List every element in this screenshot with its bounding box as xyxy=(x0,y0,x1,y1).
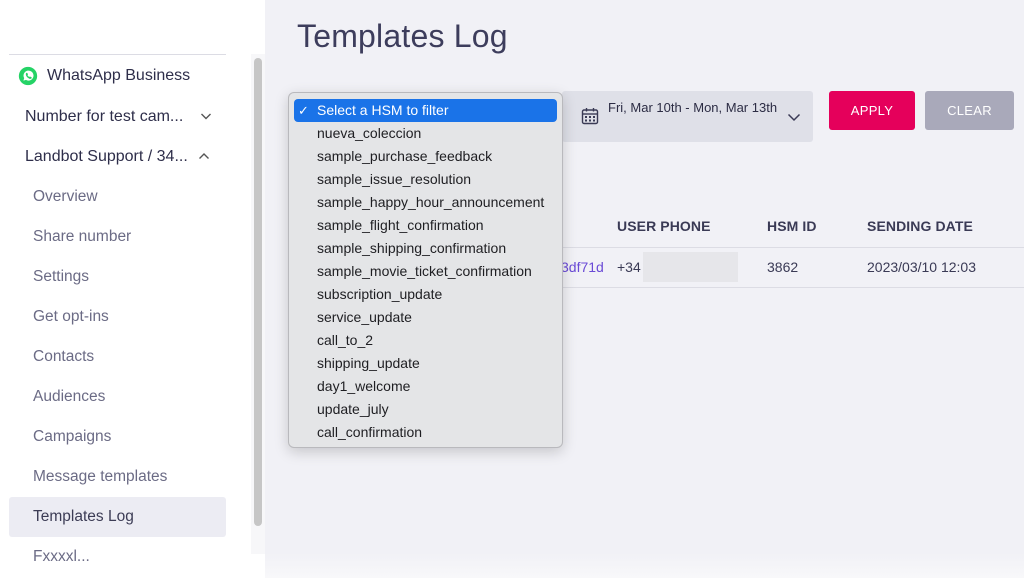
calendar-icon xyxy=(581,108,599,125)
dropdown-option[interactable]: sample_purchase_feedback xyxy=(294,145,557,168)
row-sending-date: 2023/03/10 12:03 xyxy=(867,259,976,275)
sidebar-item-label: Audiences xyxy=(33,388,106,405)
sidebar-item-label: Settings xyxy=(33,268,90,285)
sidebar-item-label: Contacts xyxy=(33,348,95,365)
channel-label: Number for test cam... xyxy=(25,108,184,125)
column-header-user-phone[interactable]: USER PHONE xyxy=(617,218,711,234)
option-label: day1_welcome xyxy=(317,378,411,394)
dropdown-option[interactable]: sample_movie_ticket_confirmation xyxy=(294,260,557,283)
option-label: shipping_update xyxy=(317,355,420,371)
date-range-text: Fri, Mar 10th - Mon, Mar 13th xyxy=(608,100,778,115)
chevron-down-icon xyxy=(787,113,801,122)
dropdown-option[interactable]: nueva_coleccion xyxy=(294,122,557,145)
sidebar-item-settings[interactable]: Settings xyxy=(9,257,226,297)
bottom-edge xyxy=(265,553,1024,578)
sidebar-item-label: Campaigns xyxy=(33,428,112,445)
date-range-picker[interactable]: Fri, Mar 10th - Mon, Mar 13th xyxy=(562,91,813,142)
sidebar-item-campaigns[interactable]: Campaigns xyxy=(9,417,226,457)
sidebar-scrollbar-thumb[interactable] xyxy=(254,58,262,526)
table-row-divider xyxy=(562,287,1024,288)
sidebar-item-templates-log[interactable]: Templates Log xyxy=(9,497,226,537)
dropdown-option[interactable]: service_update xyxy=(294,306,557,329)
option-label: subscription_update xyxy=(317,286,443,302)
row-user-phone: +34 xyxy=(617,259,641,275)
sidebar-item-label: Fxxxxl... xyxy=(33,548,90,565)
sidebar-item-channel-test[interactable]: Number for test cam... xyxy=(9,97,226,137)
option-label: Select a HSM to filter xyxy=(317,102,449,118)
chevron-up-icon xyxy=(199,153,209,159)
table-header-divider xyxy=(562,247,1024,248)
option-label: sample_issue_resolution xyxy=(317,171,472,187)
sidebar-item-label: Get opt-ins xyxy=(33,308,109,325)
workspace-label: WhatsApp Business xyxy=(47,67,191,84)
option-label: nueva_coleccion xyxy=(317,125,422,141)
sidebar-item-audiences[interactable]: Audiences xyxy=(9,377,226,417)
dropdown-option[interactable]: sample_happy_hour_announcement xyxy=(294,191,557,214)
option-label: sample_shipping_confirmation xyxy=(317,240,507,256)
column-header-hsm-id[interactable]: HSM ID xyxy=(767,218,817,234)
sidebar-item-channel-support[interactable]: Landbot Support / 34... xyxy=(9,137,226,177)
option-label: update_july xyxy=(317,401,389,417)
clear-button[interactable]: CLEAR xyxy=(925,91,1014,130)
dropdown-option[interactable]: call_to_2 xyxy=(294,329,557,352)
channel-label: Landbot Support / 34... xyxy=(25,148,188,165)
option-label: sample_happy_hour_announcement xyxy=(317,194,545,210)
option-label: sample_purchase_feedback xyxy=(317,148,493,164)
page-title: Templates Log xyxy=(297,18,508,54)
sidebar-item-label: Overview xyxy=(33,188,98,205)
dropdown-option[interactable]: call_confirmation xyxy=(294,421,557,444)
dropdown-option-placeholder[interactable]: ✓ Select a HSM to filter xyxy=(294,99,557,122)
dropdown-option[interactable]: subscription_update xyxy=(294,283,557,306)
sidebar-item-get-opt-ins[interactable]: Get opt-ins xyxy=(9,297,226,337)
hsm-filter-dropdown[interactable]: ✓ Select a HSM to filter nueva_coleccion… xyxy=(288,92,563,448)
row-id-link[interactable]: 3df71d xyxy=(561,259,604,275)
sidebar-item-message-templates[interactable]: Message templates xyxy=(9,457,226,497)
dropdown-option[interactable]: update_july xyxy=(294,398,557,421)
sidebar-item-label: Message templates xyxy=(33,468,168,485)
row-hsm-id: 3862 xyxy=(767,259,799,275)
sidebar: WhatsApp Business Number for test cam...… xyxy=(0,0,265,578)
sidebar-item-contacts[interactable]: Contacts xyxy=(9,337,226,377)
column-header-sending-date[interactable]: SENDING DATE xyxy=(867,218,973,234)
sidebar-item-label: Templates Log xyxy=(33,508,134,525)
dropdown-option[interactable]: sample_shipping_confirmation xyxy=(294,237,557,260)
redacted-phone-block xyxy=(643,252,738,282)
workspace-item[interactable]: WhatsApp Business xyxy=(9,56,226,96)
whatsapp-icon xyxy=(18,66,38,86)
chevron-down-icon xyxy=(201,113,211,120)
option-label: service_update xyxy=(317,309,412,325)
apply-button[interactable]: APPLY xyxy=(829,91,915,130)
sidebar-item-label: Share number xyxy=(33,228,132,245)
checkmark-icon: ✓ xyxy=(298,103,309,118)
sidebar-item-share-number[interactable]: Share number xyxy=(9,217,226,257)
dropdown-option[interactable]: sample_flight_confirmation xyxy=(294,214,557,237)
sidebar-item-cut-off[interactable]: Fxxxxl... xyxy=(9,537,226,577)
sidebar-divider xyxy=(9,54,226,55)
option-label: sample_movie_ticket_confirmation xyxy=(317,263,532,279)
sidebar-item-overview[interactable]: Overview xyxy=(9,177,226,217)
option-label: sample_flight_confirmation xyxy=(317,217,484,233)
dropdown-option[interactable]: day1_welcome xyxy=(294,375,557,398)
dropdown-option[interactable]: sample_issue_resolution xyxy=(294,168,557,191)
option-label: call_confirmation xyxy=(317,424,423,440)
option-label: call_to_2 xyxy=(317,332,374,348)
dropdown-option[interactable]: shipping_update xyxy=(294,352,557,375)
